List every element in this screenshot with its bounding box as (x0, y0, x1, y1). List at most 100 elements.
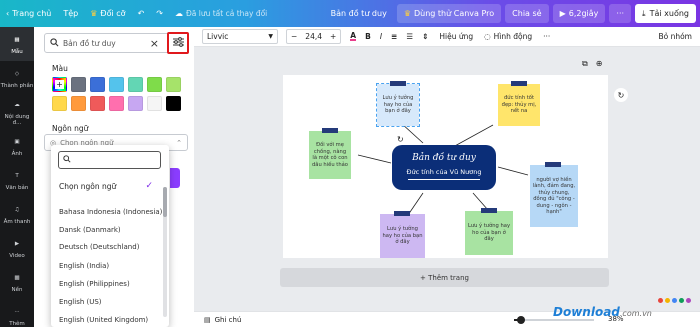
sticky-note[interactable]: Lưu ý tưởng hay ho của bạn ở đây (465, 211, 513, 255)
color-swatch[interactable] (109, 77, 124, 92)
resize-button[interactable]: ♛ Đổi cỡ (84, 0, 131, 27)
clear-search-icon[interactable]: × (150, 38, 159, 49)
language-option[interactable]: English (United Kingdom) (51, 310, 161, 327)
save-status: ☁ Đã lưu tất cả thay đổi (174, 9, 268, 18)
rail-item-more[interactable]: ··· Thêm (0, 299, 34, 327)
sticky-note[interactable]: người vợ hiền lành, đảm đang, thủy chung… (530, 165, 578, 227)
align-center-icon: ≡ (391, 32, 398, 41)
rail-item-templates[interactable]: ▦ Mẫu (0, 27, 34, 61)
sticky-note[interactable]: Đối với mẹ chồng, nàng là một cô con dâu… (309, 131, 351, 179)
font-selector[interactable]: Livvic ▼ (202, 29, 278, 44)
rail-item-audio[interactable]: ♫ Âm thanh (0, 197, 34, 231)
redo-button[interactable]: ↷ (150, 0, 169, 27)
more-options-button[interactable]: ··· (543, 32, 550, 41)
language-option[interactable]: English (Philippines) (51, 274, 161, 294)
cloud-icon: ☁ (174, 9, 183, 18)
background-icon: ▩ (14, 275, 20, 281)
present-button[interactable]: ▶ 6,2giây (552, 4, 606, 23)
color-swatch[interactable] (52, 96, 67, 111)
plus-icon: + (55, 79, 64, 89)
language-option[interactable]: Deutsch (Deutschland) (51, 237, 161, 257)
watermark-dots (658, 298, 691, 303)
chevron-down-icon: ▼ (268, 33, 273, 40)
note-tape (390, 81, 406, 86)
rail-item-elements[interactable]: ◇ Thành phần (0, 61, 34, 95)
sliders-icon (172, 37, 184, 49)
decrease-size-button[interactable]: − (287, 32, 301, 41)
sticky-note[interactable]: đức tính tốt đẹp: thủy mị, nết na (498, 84, 540, 126)
download-icon: ⤓ (642, 8, 646, 18)
page-actions: ⧉ ⊕ (582, 59, 602, 69)
copy-page-icon[interactable]: ⧉ (582, 59, 588, 69)
note-tape (394, 211, 410, 216)
add-page-button[interactable]: + Thêm trang (280, 268, 609, 287)
dropdown-scrollbar[interactable] (163, 187, 167, 317)
apply-button[interactable] (170, 168, 180, 188)
home-button[interactable]: ‹ Trang chủ (0, 0, 57, 27)
list-button[interactable]: ☰ (406, 32, 413, 41)
bold-button[interactable]: B (365, 32, 371, 41)
undo-icon: ↶ (137, 9, 145, 18)
font-size-stepper[interactable]: − 24,4 + (286, 29, 342, 44)
file-menu[interactable]: Tệp (57, 0, 84, 27)
italic-button[interactable]: I (380, 32, 382, 41)
effects-button[interactable]: Hiệu ứng (439, 32, 473, 41)
color-swatch[interactable] (147, 77, 162, 92)
color-swatch[interactable] (166, 77, 181, 92)
more-button[interactable]: ··· (609, 4, 632, 23)
note-tape (545, 162, 561, 167)
animate-button[interactable]: ◌ Hình động (484, 32, 532, 41)
filter-button[interactable] (167, 32, 189, 54)
sticky-note[interactable]: Lưu ý tưởng hay ho của bạn ở đây (380, 214, 425, 258)
language-option[interactable]: Bahasa Indonesia (Indonesia) (51, 202, 162, 222)
watermark: Download.com.vn (553, 305, 652, 319)
add-page-icon[interactable]: ⊕ (596, 59, 603, 69)
play-icon: ▶ (559, 9, 566, 18)
color-swatch[interactable] (128, 96, 143, 111)
document-title[interactable]: Bản đồ tư duy (325, 0, 393, 27)
color-picker-swatch[interactable]: + (52, 77, 67, 92)
color-swatch[interactable] (90, 77, 105, 92)
sticky-note[interactable]: Lưu ý tưởng hay ho của bạn ở đây (376, 83, 420, 127)
text-color-button[interactable]: A (350, 32, 357, 42)
color-swatch[interactable] (90, 96, 105, 111)
rotate-handle-icon[interactable]: ↻ (397, 135, 404, 144)
rail-item-photos[interactable]: ▣ Ảnh (0, 129, 34, 163)
language-dropdown: Chọn ngôn ngữ ✓ Bahasa Indonesia (Indones… (51, 145, 169, 327)
color-swatch[interactable] (71, 96, 86, 111)
language-search-input[interactable] (58, 151, 161, 169)
template-icon: ▦ (14, 37, 20, 43)
audio-icon: ♫ (14, 207, 20, 213)
crown-icon: ♛ (403, 9, 411, 18)
increase-size-button[interactable]: + (326, 32, 340, 41)
color-swatch[interactable] (128, 77, 143, 92)
center-topic-card[interactable]: Bản đồ tư duy Đức tính của Vũ Nương (392, 145, 496, 190)
zoom-slider-thumb[interactable] (517, 316, 525, 324)
language-option[interactable]: English (US) (51, 292, 161, 312)
check-icon: ✓ (145, 181, 153, 191)
animate-icon: ◌ (484, 32, 491, 41)
undo-button[interactable]: ↶ (132, 0, 151, 27)
share-button[interactable]: Chia sẻ (505, 4, 549, 23)
language-option[interactable]: English (India) (51, 256, 161, 276)
rail-item-uploads[interactable]: ☁ Nội dung đ... (0, 95, 34, 129)
ungroup-button[interactable]: Bỏ nhóm (658, 32, 692, 41)
rail-item-text[interactable]: T Văn bản (0, 163, 34, 197)
color-swatch[interactable] (109, 96, 124, 111)
zoom-slider[interactable] (514, 316, 594, 324)
search-icon (63, 155, 71, 165)
color-swatch[interactable] (166, 96, 181, 111)
notes-button[interactable]: Ghi chú (215, 316, 242, 324)
download-button[interactable]: ⤓ Tải xuống (635, 4, 696, 23)
more-icon: ··· (616, 9, 625, 18)
note-tape (511, 81, 527, 86)
try-pro-button[interactable]: ♛ Dùng thử Canva Pro (396, 4, 502, 23)
color-swatch[interactable] (147, 96, 162, 111)
spacing-button[interactable]: ⇕ (422, 32, 428, 41)
rail-item-background[interactable]: ▩ Nền (0, 265, 34, 299)
rail-item-video[interactable]: ▶ Video (0, 231, 34, 265)
refresh-icon[interactable]: ↻ (614, 88, 628, 102)
color-swatch[interactable] (71, 77, 86, 92)
language-option[interactable]: Chọn ngôn ngữ ✓ (51, 176, 161, 196)
align-button[interactable]: ≡ (391, 32, 397, 41)
